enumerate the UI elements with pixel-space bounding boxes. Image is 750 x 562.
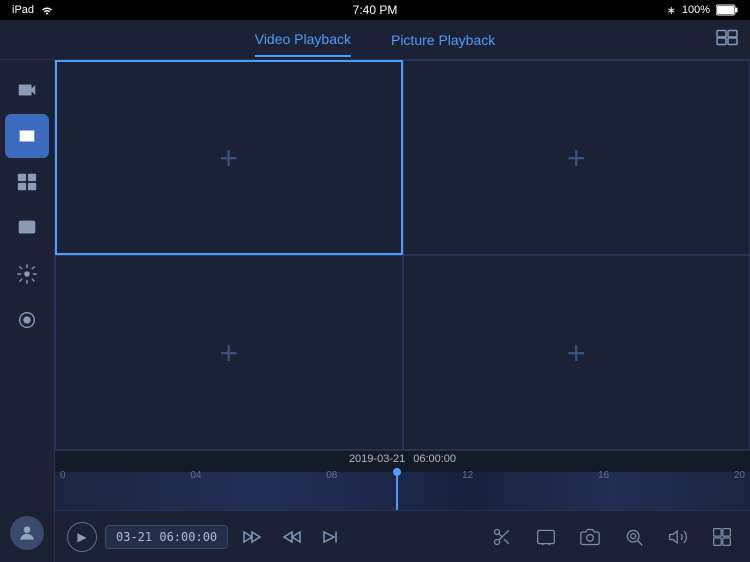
tick-4: 16: [598, 468, 609, 481]
wifi-icon: [40, 5, 54, 15]
sidebar: [0, 60, 55, 562]
timeline-date: 2019-03-21: [349, 453, 405, 465]
skip-forward-button[interactable]: [316, 521, 348, 553]
tick-5: 20: [734, 468, 745, 481]
timeline-time: 06:00:00: [413, 453, 456, 465]
status-right: ∗ 100%: [667, 4, 738, 17]
tab-bar-right-icon[interactable]: [716, 29, 738, 50]
status-left: iPad: [12, 4, 54, 16]
add-channel-icon-4: +: [567, 337, 586, 369]
tick-3: 12: [462, 468, 473, 481]
video-cell-3[interactable]: +: [55, 255, 403, 450]
aspect-ratio-button[interactable]: [530, 521, 562, 553]
status-time: 7:40 PM: [353, 3, 398, 17]
sidebar-bottom: [10, 516, 44, 562]
zoom-button[interactable]: [618, 521, 650, 553]
add-channel-icon-2: +: [567, 142, 586, 174]
tab-video-playback[interactable]: Video Playback: [255, 23, 351, 57]
app-container: Video Playback Picture Playback: [0, 20, 750, 562]
rewind-button[interactable]: [236, 521, 268, 553]
video-grid: + + + +: [55, 60, 750, 450]
timeline-area[interactable]: 2019-03-21 06:00:00 0 04 08 12 16 20: [55, 450, 750, 510]
sidebar-item-message[interactable]: [5, 206, 49, 250]
control-right: [486, 521, 738, 553]
volume-button[interactable]: [662, 521, 694, 553]
screenshot-button[interactable]: [574, 521, 606, 553]
play-icon: ▶: [77, 530, 86, 544]
timeline-ticks: 0 04 08 12 16 20: [55, 468, 750, 481]
grid-layout-button[interactable]: [706, 521, 738, 553]
bluetooth-icon: ∗: [667, 4, 676, 17]
sidebar-item-video[interactable]: [5, 114, 49, 158]
time-display: 03-21 06:00:00: [105, 525, 228, 549]
body-row: + + + + 2019-03-21 06:00:00: [0, 60, 750, 562]
timeline-track-bg: 0 04 08 12 16 20: [55, 468, 750, 510]
sidebar-item-record[interactable]: [5, 298, 49, 342]
fast-forward-button[interactable]: [276, 521, 308, 553]
control-bar: ▶ 03-21 06:00:00: [55, 510, 750, 562]
timeline-needle-head: [393, 468, 401, 476]
timeline-date-overlay: 2019-03-21 06:00:00: [55, 453, 750, 465]
tick-0: 0: [60, 468, 66, 481]
timeline-needle: [396, 468, 398, 510]
tab-bar: Video Playback Picture Playback: [0, 20, 750, 60]
main-content: + + + + 2019-03-21 06:00:00: [55, 60, 750, 562]
ipad-label: iPad: [12, 4, 34, 16]
sidebar-avatar[interactable]: [10, 516, 44, 550]
sidebar-item-settings[interactable]: [5, 252, 49, 296]
tick-1: 04: [190, 468, 201, 481]
battery-icon: [716, 4, 738, 16]
play-button[interactable]: ▶: [67, 522, 97, 552]
status-bar: iPad 7:40 PM ∗ 100%: [0, 0, 750, 20]
control-left: ▶ 03-21 06:00:00: [67, 521, 348, 553]
battery-percent: 100%: [682, 4, 710, 16]
add-channel-icon-1: +: [219, 142, 238, 174]
sidebar-item-dvr[interactable]: [5, 160, 49, 204]
tick-2: 08: [326, 468, 337, 481]
tab-picture-playback[interactable]: Picture Playback: [391, 24, 495, 56]
video-cell-2[interactable]: +: [403, 60, 750, 255]
video-cell-1[interactable]: +: [55, 60, 403, 255]
add-channel-icon-3: +: [219, 337, 238, 369]
cut-button[interactable]: [486, 521, 518, 553]
sidebar-item-camera[interactable]: [5, 68, 49, 112]
video-cell-4[interactable]: +: [403, 255, 750, 450]
